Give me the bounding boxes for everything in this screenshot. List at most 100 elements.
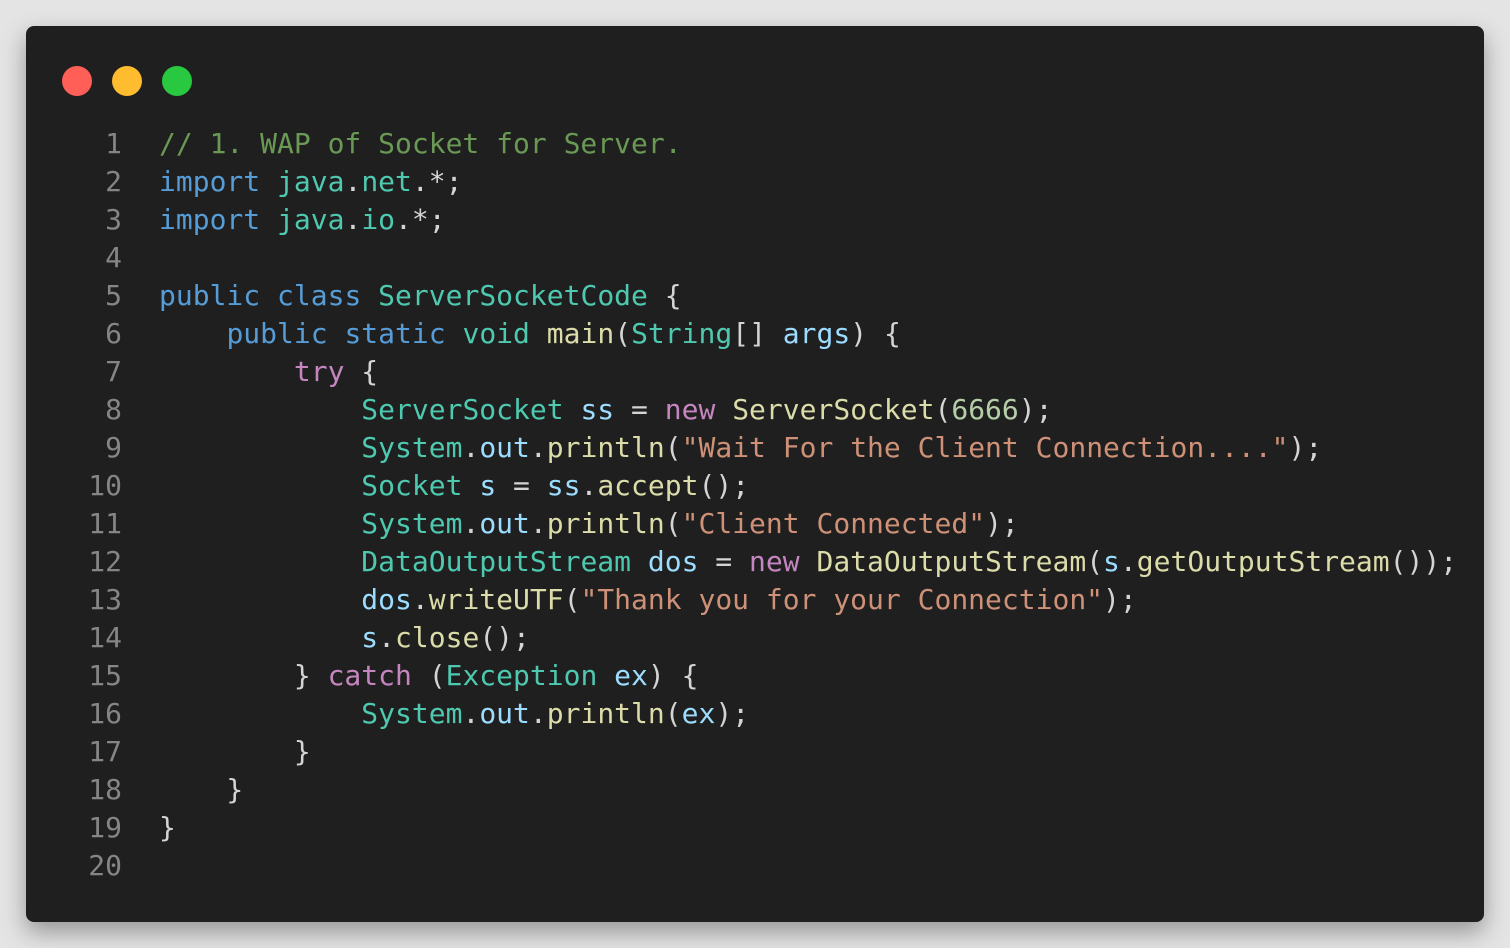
code-token: . <box>529 507 547 540</box>
code-token: System <box>361 507 463 540</box>
code-token: . <box>462 431 480 464</box>
code-token: ex <box>614 659 648 692</box>
code-token: .*; <box>395 203 446 236</box>
code-token: [] <box>732 317 783 350</box>
minimize-button[interactable] <box>112 66 142 96</box>
code-line: 9 System.out.println("Wait For the Clien… <box>26 429 1484 467</box>
code-token: import <box>159 203 261 236</box>
code-token: "Thank you for your Connection" <box>580 583 1104 616</box>
code-token: { <box>344 355 379 388</box>
code-token: ( <box>664 431 682 464</box>
code-token: static <box>344 317 446 350</box>
code-token: ); <box>1018 393 1053 426</box>
code-text: } catch (Exception ex) { <box>122 657 699 695</box>
code-token: ServerSocketCode <box>378 279 648 312</box>
code-token: s <box>1103 545 1120 578</box>
code-token: import <box>159 165 261 198</box>
line-number: 10 <box>88 469 122 502</box>
code-token: println <box>546 431 665 464</box>
code-token: . <box>344 203 362 236</box>
line-number: 9 <box>105 431 122 464</box>
line-number: 8 <box>105 393 122 426</box>
code-token: dos <box>361 583 412 616</box>
code-token: ()); <box>1389 545 1458 578</box>
code-token: ( <box>934 393 952 426</box>
code-text: System.out.println("Wait For the Client … <box>122 429 1322 467</box>
code-token: io <box>361 203 396 236</box>
code-token: try <box>293 355 345 388</box>
code-text: } <box>122 733 311 771</box>
code-token: "Wait For the Client Connection...." <box>681 431 1289 464</box>
line-number: 17 <box>88 735 122 768</box>
line-number: 19 <box>88 811 122 844</box>
code-token: ); <box>1288 431 1323 464</box>
code-token: void <box>462 317 530 350</box>
line-number: 13 <box>88 583 122 616</box>
code-text: DataOutputStream dos = new DataOutputStr… <box>122 543 1457 581</box>
maximize-button[interactable] <box>162 66 192 96</box>
code-token: new <box>664 393 716 426</box>
code-text: public static void main(String[] args) { <box>122 315 900 353</box>
code-token: . <box>1119 545 1137 578</box>
line-number: 6 <box>105 317 122 350</box>
code-token: (); <box>479 621 530 654</box>
code-text: } <box>122 809 176 847</box>
code-token: . <box>411 583 429 616</box>
code-token: ( <box>1086 545 1104 578</box>
code-token: . <box>378 621 396 654</box>
code-line: 3 import java.io.*; <box>26 201 1484 239</box>
code-editor: 1 // 1. WAP of Socket for Server. 2 import … <box>26 125 1484 885</box>
code-token: .*; <box>411 165 463 198</box>
code-token: class <box>277 279 362 312</box>
code-token: ( <box>664 697 682 730</box>
code-token: System <box>361 431 463 464</box>
code-text: try { <box>122 353 378 391</box>
code-token: writeUTF <box>428 583 564 616</box>
code-token: ServerSocket <box>361 393 564 426</box>
code-token: } <box>159 735 311 768</box>
code-token: . <box>462 507 480 540</box>
code-line: 5 public class ServerSocketCode { <box>26 277 1484 315</box>
code-line: 13 dos.writeUTF("Thank you for your Conn… <box>26 581 1484 619</box>
code-token: ss <box>546 469 581 502</box>
code-line: 11 System.out.println("Client Connected"… <box>26 505 1484 543</box>
code-token: out <box>479 507 530 540</box>
code-token: String <box>631 317 733 350</box>
code-token: s <box>361 621 379 654</box>
code-token: DataOutputStream <box>816 545 1087 578</box>
code-line: 20 <box>26 847 1484 885</box>
close-button[interactable] <box>62 66 92 96</box>
code-token: "Client Connected" <box>681 507 986 540</box>
code-line: 19} <box>26 809 1484 847</box>
code-token: println <box>546 697 665 730</box>
code-token: . <box>344 165 362 198</box>
code-token: args <box>782 317 851 350</box>
code-text: ServerSocket ss = new ServerSocket(6666)… <box>122 391 1053 429</box>
code-token: new <box>749 545 800 578</box>
code-token: } <box>159 811 176 844</box>
code-token: ); <box>715 697 750 730</box>
code-token: . <box>580 469 598 502</box>
code-line: 4 <box>26 239 1484 277</box>
code-token: { <box>647 279 682 312</box>
code-line: 2 import java.net.*; <box>26 163 1484 201</box>
code-token: . <box>462 697 480 730</box>
code-token: } <box>159 659 328 692</box>
code-token: ( <box>563 583 581 616</box>
